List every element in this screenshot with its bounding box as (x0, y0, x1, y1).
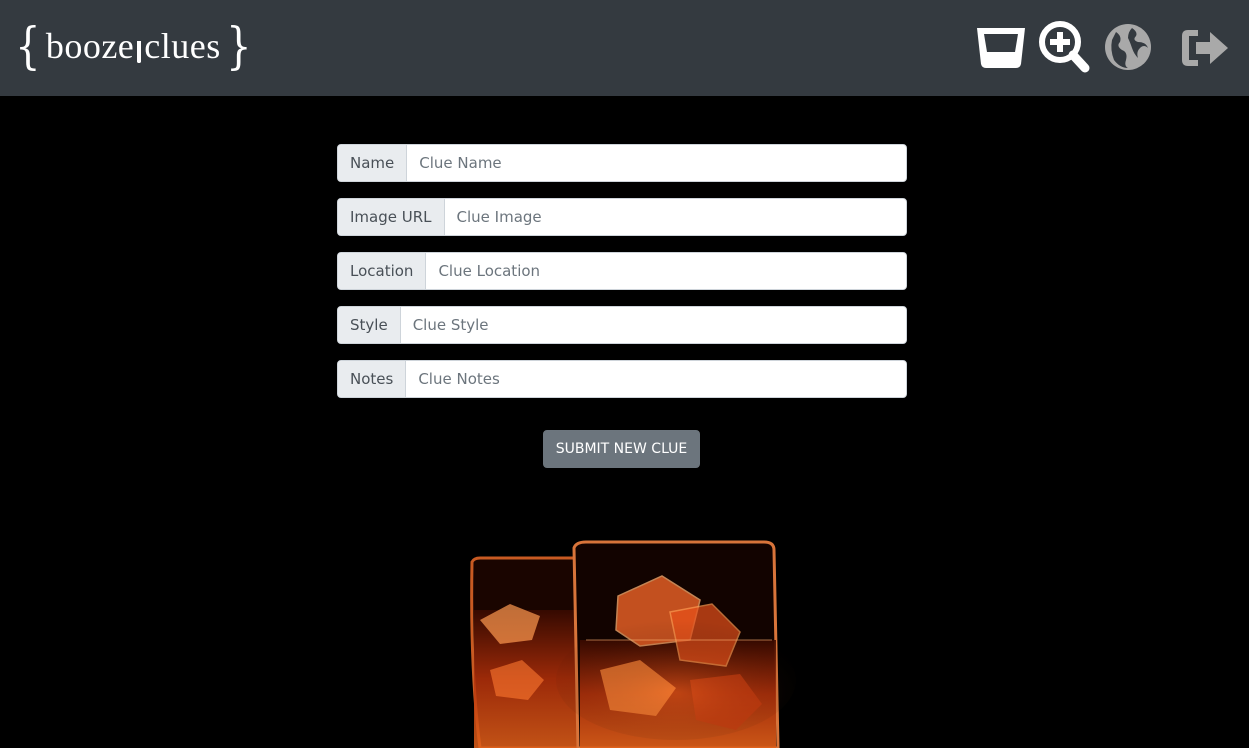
clue-location-input[interactable] (426, 253, 906, 289)
new-clue-form: Name Image URL Location Style Notes (337, 144, 907, 414)
glass-icon[interactable] (974, 20, 1028, 76)
clue-name-input[interactable] (407, 145, 906, 181)
logout-icon[interactable] (1178, 20, 1234, 76)
notes-label: Notes (338, 361, 407, 397)
clue-notes-input[interactable] (406, 361, 906, 397)
location-label: Location (338, 253, 427, 289)
search-plus-icon[interactable] (1038, 20, 1092, 76)
clue-image-input[interactable] (444, 199, 906, 235)
location-field-group: Location (337, 252, 907, 290)
style-field-group: Style (337, 306, 907, 344)
name-label: Name (338, 145, 408, 181)
image-url-field-group: Image URL (337, 198, 907, 236)
top-navbar: { booze clues } (0, 0, 1249, 96)
style-label: Style (338, 307, 401, 343)
whiskey-glasses-image (470, 540, 796, 748)
submit-new-clue-button[interactable]: SUBMIT NEW CLUE (543, 430, 700, 468)
globe-icon[interactable] (1102, 20, 1154, 76)
name-field-group: Name (337, 144, 907, 182)
clue-style-input[interactable] (400, 307, 906, 343)
logo-word-booze: booze (45, 26, 135, 66)
logo-word-clues: clues (144, 26, 221, 66)
brand-logo[interactable]: { booze clues } (12, 18, 252, 74)
logo-open-brace: { (15, 17, 41, 75)
logo-glass-icon (137, 41, 142, 63)
notes-field-group: Notes (337, 360, 907, 398)
logo-close-brace: } (225, 17, 252, 75)
image-url-label: Image URL (338, 199, 445, 235)
